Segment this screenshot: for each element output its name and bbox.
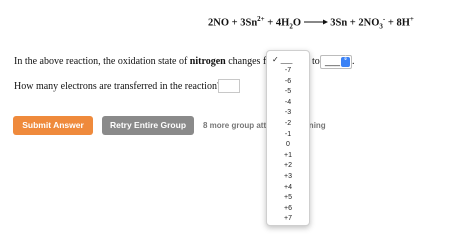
dropdown-option[interactable]: +7 (267, 213, 309, 224)
oxidation-state-question: In the above reaction, the oxidation sta… (14, 56, 278, 67)
submit-answer-button[interactable]: Submit Answer (13, 116, 93, 135)
dropdown-option[interactable]: -5 (267, 86, 309, 97)
select-stepper-icon: ⇕ (341, 56, 350, 67)
reaction-arrow-icon (303, 19, 328, 24)
equation-product-2: + 8H (387, 17, 410, 29)
reaction-equation: 2NO + 3Sn2+ + 4H2O 3Sn + 2NO3- + 8H+ (208, 15, 414, 31)
question1-element: nitrogen (189, 56, 226, 67)
dropdown-option[interactable]: +1 (267, 150, 309, 161)
electrons-answer-input[interactable] (218, 79, 240, 93)
equation-reactant-2-tail: O (292, 17, 301, 29)
dropdown-option[interactable]: +2 (267, 160, 309, 171)
dropdown-option[interactable]: -1 (267, 129, 309, 140)
equation-sub-2: 3 (379, 22, 383, 31)
equation-product-1: 3Sn + 2NO (330, 17, 380, 29)
dropdown-option[interactable]: +4 (267, 182, 309, 193)
dropdown-option-selected[interactable]: ✓ ___ (267, 54, 309, 65)
dropdown-option[interactable]: -6 (267, 76, 309, 87)
dropdown-option[interactable]: +3 (267, 171, 309, 182)
equation-sup-1: 2+ (257, 15, 265, 23)
question1-prefix: In the above reaction, the oxidation sta… (14, 56, 190, 67)
dropdown-option[interactable]: 0 (267, 139, 309, 150)
equation-reactant-1: 2NO + 3Sn (208, 17, 258, 29)
equation-sup-3: + (409, 15, 414, 23)
dropdown-option[interactable]: +5 (267, 192, 309, 203)
to-label: to (312, 56, 320, 67)
dropdown-option[interactable]: -7 (267, 65, 309, 76)
dropdown-option[interactable]: -2 (267, 118, 309, 129)
equation-sup-2: - (382, 15, 386, 23)
oxidation-state-dropdown[interactable]: ✓ ___ -7 -6 -5 -4 -3 -2 -1 0 +1 +2 +3 +4 +5 +6 +7 (266, 50, 310, 226)
final-oxidation-state-select[interactable]: ___ ⇕ (320, 55, 352, 69)
dropdown-option[interactable]: +6 (267, 203, 309, 214)
dropdown-option[interactable]: -3 (267, 107, 309, 118)
dropdown-selected-label: ___ (280, 57, 293, 64)
dropdown-option[interactable]: -4 (267, 97, 309, 108)
select2-value: ___ (325, 56, 341, 66)
checkmark-icon: ✓ (272, 55, 279, 64)
electrons-question: How many electrons are transferred in th… (14, 81, 222, 92)
retry-group-button[interactable]: Retry Entire Group (102, 116, 194, 135)
question1-period: . (352, 56, 355, 67)
group-attempts-left: 8 more group atte (203, 121, 271, 130)
equation-reactant-2: + 4H (267, 17, 290, 29)
